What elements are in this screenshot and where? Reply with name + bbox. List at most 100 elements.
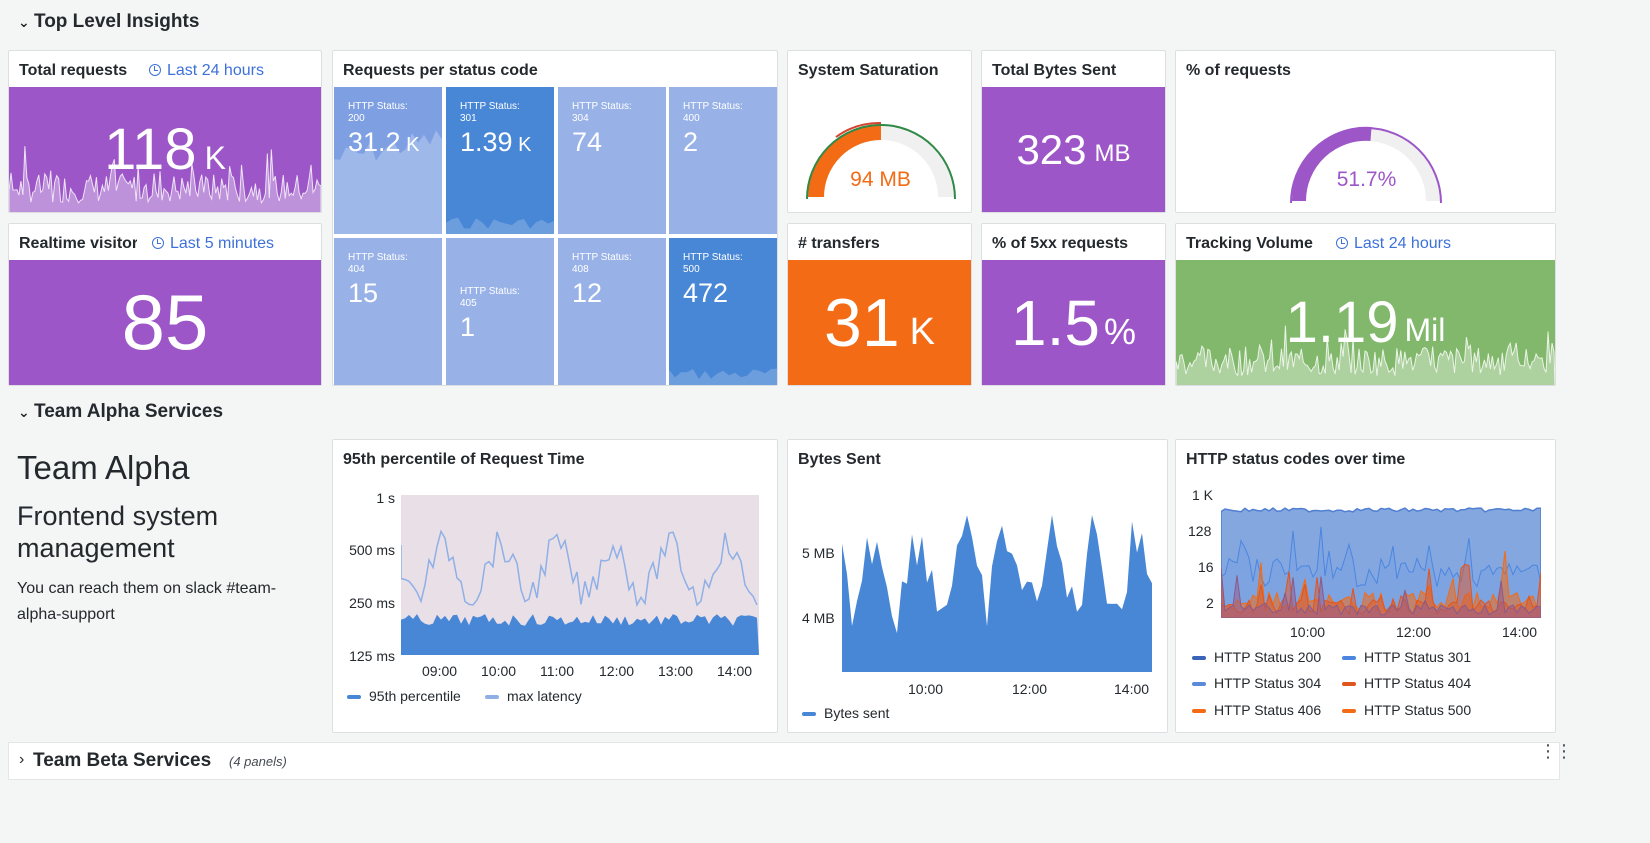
y-tick: 4 MB [802, 610, 835, 626]
stat-body: 85 [9, 260, 321, 385]
panel-title: % of 5xx requests [992, 235, 1129, 252]
panel-title: # transfers [798, 235, 880, 252]
stat-unit: MB [1094, 139, 1131, 167]
legend-item[interactable]: Bytes sent [802, 705, 889, 721]
panel-bytes-sent[interactable]: Bytes Sent 5 MB 4 MB 10:00 12:00 14:00 B… [787, 439, 1168, 733]
panel-http-status-over-time[interactable]: HTTP status codes over time 1 K 128 16 2… [1175, 439, 1556, 733]
panel-realtime-visitors[interactable]: Realtime visitors Last 5 minutes 85 [8, 223, 322, 386]
panel-tracking-volume[interactable]: Tracking Volume Last 24 hours 1.19 Mil [1175, 223, 1556, 386]
time-range-label: Last 24 hours [167, 62, 264, 79]
panel-title: Tracking Volume [1186, 235, 1313, 252]
legend-swatch [1342, 682, 1356, 687]
y-tick: 128 [1188, 523, 1212, 539]
legend-swatch [802, 712, 816, 717]
panel-count: (4 panels) [229, 754, 287, 769]
panel-total-bytes-sent[interactable]: Total Bytes Sent 323 MB [981, 50, 1166, 213]
chevron-down-icon: ⌄ [18, 404, 30, 420]
row-title-label: Team Beta Services [33, 750, 212, 771]
legend-item[interactable]: HTTP Status 304 [1192, 675, 1321, 691]
panel-title: Total Bytes Sent [992, 62, 1117, 79]
legend-swatch [485, 695, 499, 700]
status-tile-500[interactable]: HTTP Status: 500 472 [669, 238, 777, 385]
tile-value: 472 [683, 278, 729, 308]
legend-item[interactable]: max latency [485, 688, 582, 704]
panel-total-requests[interactable]: Total requests Last 24 hours 118 K [8, 50, 322, 213]
legend-swatch [1192, 682, 1206, 687]
x-tick: 13:00 [658, 663, 694, 679]
legend-item[interactable]: HTTP Status 301 [1342, 649, 1471, 665]
legend-item[interactable]: HTTP Status 200 [1192, 649, 1321, 665]
stat-body: 118 K [9, 87, 321, 212]
panel-p95-request-time[interactable]: 95th percentile of Request Time 1 s 500 m… [332, 439, 778, 733]
stat-value: 31 [824, 284, 900, 361]
panel-percent-5xx[interactable]: % of 5xx requests 1.5 % [981, 223, 1166, 386]
legend-label: HTTP Status 200 [1214, 649, 1322, 665]
stat-value: 118 [104, 117, 197, 182]
status-tile-200[interactable]: HTTP Status: 200 31.2 K [334, 87, 442, 234]
stat-unit: K [909, 311, 935, 353]
time-range-label: Last 5 minutes [170, 235, 275, 252]
status-tile-405[interactable]: HTTP Status: 405 1 [446, 238, 554, 385]
panel-system-saturation[interactable]: System Saturation 94 MB [787, 50, 972, 213]
time-range-link[interactable]: Last 5 minutes [152, 235, 274, 253]
y-tick: 500 ms [349, 542, 395, 558]
drag-handle-icon[interactable]: ⋮⋮ [1539, 742, 1573, 760]
tile-sparkline [669, 368, 777, 385]
stat-unit: K [204, 140, 226, 176]
series-bytes-sent [842, 515, 1152, 672]
http-plot [1221, 507, 1541, 618]
bytes-plot [842, 515, 1152, 672]
stat-value: 1.19 [1285, 290, 1399, 355]
panel-requests-per-status-code[interactable]: Requests per status code HTTP Status: 200… [332, 50, 778, 386]
stat-unit: % [1103, 310, 1136, 352]
panel-title: 95th percentile of Request Time [343, 451, 585, 468]
panel-percent-requests[interactable]: % of requests 51.7% [1175, 50, 1556, 213]
x-tick: 12:00 [1012, 681, 1048, 697]
team-subheading: Frontend system management [17, 501, 219, 563]
status-tile-304[interactable]: HTTP Status: 304 74 [558, 87, 666, 234]
panel-title: Requests per status code [343, 62, 538, 79]
row-team-alpha-services[interactable]: ⌄ Team Alpha Services [18, 401, 223, 423]
tile-value: 74 [572, 127, 603, 157]
tile-value: 12 [572, 278, 603, 308]
tile-label: HTTP Status: 304 [572, 101, 632, 124]
x-tick: 10:00 [481, 663, 517, 679]
legend-item[interactable]: HTTP Status 406 [1192, 702, 1321, 718]
status-tile-404[interactable]: HTTP Status: 404 15 [334, 238, 442, 385]
legend-item[interactable]: HTTP Status 500 [1342, 702, 1471, 718]
time-range-label: Last 24 hours [1354, 235, 1451, 252]
tile-label: HTTP Status: 405 [460, 286, 520, 309]
status-tile-301[interactable]: HTTP Status: 301 1.39 K [446, 87, 554, 234]
y-tick: 2 [1206, 595, 1214, 611]
legend-label: HTTP Status 406 [1214, 702, 1322, 718]
tile-sparkline-path [446, 217, 554, 234]
status-tile-408[interactable]: HTTP Status: 408 12 [558, 238, 666, 385]
stat-body: 1.19 Mil [1176, 260, 1555, 385]
panel-title: Total requests [19, 62, 128, 79]
tile-value: 15 [348, 278, 379, 308]
panel-transfers[interactable]: # transfers 31 K [787, 223, 972, 386]
x-tick: 14:00 [1114, 681, 1150, 697]
legend-item[interactable]: HTTP Status 404 [1342, 675, 1471, 691]
panel-title: Bytes Sent [798, 451, 881, 468]
legend-item[interactable]: 95th percentile [347, 688, 461, 704]
clock-icon [149, 64, 161, 76]
x-tick: 10:00 [908, 681, 944, 697]
gauge-value: 94 MB [850, 168, 911, 191]
time-range-link[interactable]: Last 24 hours [149, 62, 264, 80]
time-range-link[interactable]: Last 24 hours [1336, 235, 1451, 253]
y-tick: 5 MB [802, 545, 835, 561]
panel-title: % of requests [1186, 62, 1291, 79]
legend-label: HTTP Status 301 [1364, 649, 1472, 665]
row-team-beta-services[interactable]: › Team Beta Services (4 panels) ⋮⋮ [8, 742, 1573, 780]
tile-label: HTTP Status: 400 [683, 101, 743, 124]
panel-title: HTTP status codes over time [1186, 451, 1406, 468]
chevron-down-icon: ⌄ [18, 14, 30, 30]
chevron-right-icon: › [19, 751, 25, 768]
legend-swatch [347, 695, 361, 700]
status-tile-400[interactable]: HTTP Status: 400 2 [669, 87, 777, 234]
gauge-value: 51.7% [1336, 168, 1397, 191]
row-top-level-insights[interactable]: ⌄ Top Level Insights [18, 11, 199, 33]
panel-title: System Saturation [798, 62, 939, 79]
legend-swatch [1342, 709, 1356, 714]
